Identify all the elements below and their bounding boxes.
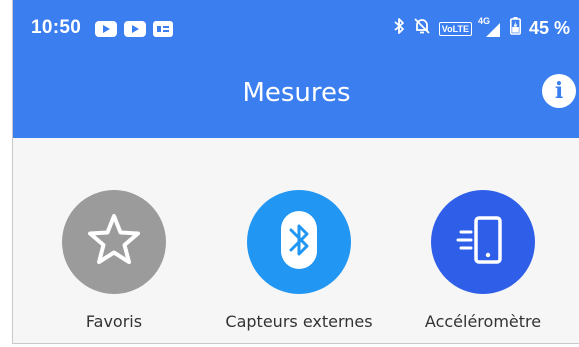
status-bar: 10:50 VoLTE 4G 45 % [13, 0, 579, 58]
tile-capteurs-externes[interactable]: Capteurs externes [214, 190, 384, 331]
volte-badge: VoLTE [438, 21, 472, 36]
tile-favoris[interactable]: Favoris [29, 190, 199, 331]
phone-motion-icon [453, 210, 513, 274]
battery-icon [509, 17, 521, 40]
signal-icon: 4G [478, 16, 502, 38]
mute-icon [413, 17, 431, 40]
tile-label: Favoris [85, 312, 143, 331]
info-button[interactable]: i [542, 74, 576, 108]
youtube-icon [124, 21, 146, 37]
youtube-icon [95, 21, 117, 37]
tile-label: Accéléromètre [424, 312, 542, 331]
bluetooth-icon [281, 211, 317, 273]
page-title: Mesures [242, 78, 351, 108]
bluetooth-icon [393, 17, 405, 40]
status-time: 10:50 [31, 17, 82, 38]
capteurs-circle [247, 190, 351, 294]
favoris-circle [62, 190, 166, 294]
star-icon [85, 211, 143, 273]
info-icon: i [554, 78, 564, 104]
screen: 10:50 VoLTE 4G 45 % Mesures i Favoris Ca… [12, 0, 579, 344]
accelerometre-circle [431, 190, 535, 294]
tile-label: Capteurs externes [225, 312, 373, 331]
app-bar: Mesures i [13, 58, 579, 138]
status-right: VoLTE 4G 45 % [393, 16, 570, 40]
message-icon [153, 21, 173, 37]
tile-accelerometre[interactable]: Accéléromètre [398, 190, 568, 331]
battery-percent: 45 % [528, 18, 570, 38]
